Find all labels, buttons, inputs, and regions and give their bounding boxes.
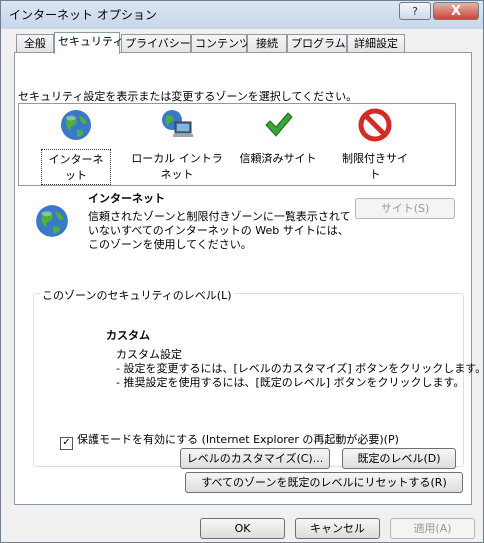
tab-security[interactable]: セキュリティ [54, 32, 123, 54]
checkmark-icon [265, 112, 293, 137]
protected-mode-label: 保護モードを有効にする (Internet Explorer の再起動が必要)(… [77, 433, 399, 446]
tab-advanced[interactable]: 詳細設定 [347, 34, 405, 53]
zone-restricted-sites-label: 制限付きサイト [342, 152, 408, 181]
level-desc-line: - 設定を変更するには、[レベルのカスタマイズ] ボタンをクリックします。 [116, 362, 484, 375]
sites-button[interactable]: サイト(S) [355, 198, 455, 219]
custom-level-button[interactable]: レベルのカスタマイズ(C)... [180, 448, 330, 469]
zone-instruction: セキュリティ設定を表示または変更するゾーンを選択してください。 [18, 90, 358, 103]
zone-trusted-sites[interactable]: 信頼済みサイト [237, 108, 319, 167]
zone-restricted-sites[interactable]: 制限付きサイト [335, 108, 415, 183]
tab-privacy[interactable]: プライバシー [121, 34, 191, 53]
selected-zone-description: 信頼されたゾーンと制限付きゾーンに一覧表示されていないすべてのインターネットの … [88, 210, 351, 251]
restricted-icon [358, 108, 392, 142]
zone-internet-label: インターネット [41, 149, 111, 185]
tab-connections[interactable]: 接続 [247, 34, 287, 53]
reset-all-zones-button[interactable]: すべてのゾーンを既定のレベルにリセットする(R) [185, 472, 463, 493]
selected-zone-title: インターネット [88, 192, 165, 205]
globe-icon [61, 110, 91, 140]
intranet-icon [162, 110, 193, 137]
apply-button[interactable]: 適用(A) [390, 518, 475, 539]
zone-list: インターネット ローカル イントラネット 信頼済みサイト 制限付きサイト [18, 103, 456, 186]
close-button[interactable]: X [433, 2, 479, 20]
cancel-button[interactable]: キャンセル [295, 518, 380, 539]
tab-content[interactable]: コンテンツ [191, 34, 250, 53]
security-level-description: カスタム設定 - 設定を変更するには、[レベルのカスタマイズ] ボタンをクリック… [116, 348, 484, 390]
title-bar[interactable]: インターネット オプション ? X [1, 1, 483, 27]
zone-internet[interactable]: インターネット [41, 108, 111, 185]
help-button[interactable]: ? [399, 2, 431, 20]
zone-local-intranet[interactable]: ローカル イントラネット [127, 108, 227, 183]
tab-programs[interactable]: プログラム [287, 34, 347, 53]
level-desc-line: - 推奨設定を使用するには、[既定のレベル] ボタンをクリックします。 [116, 376, 465, 389]
default-level-button[interactable]: 既定のレベル(D) [342, 448, 456, 469]
ok-button[interactable]: OK [200, 518, 285, 539]
zone-local-intranet-label: ローカル イントラネット [131, 152, 223, 181]
tab-general[interactable]: 全般 [16, 34, 54, 53]
protected-mode-checkbox[interactable]: ✓ [60, 437, 73, 450]
security-level-legend: このゾーンのセキュリティのレベル(L) [40, 287, 234, 303]
selected-zone-globe-icon [36, 205, 68, 237]
zone-trusted-sites-label: 信頼済みサイト [239, 152, 317, 165]
level-desc-line: カスタム設定 [116, 348, 182, 361]
window-title: インターネット オプション [9, 8, 157, 22]
security-level-name: カスタム [106, 329, 150, 342]
